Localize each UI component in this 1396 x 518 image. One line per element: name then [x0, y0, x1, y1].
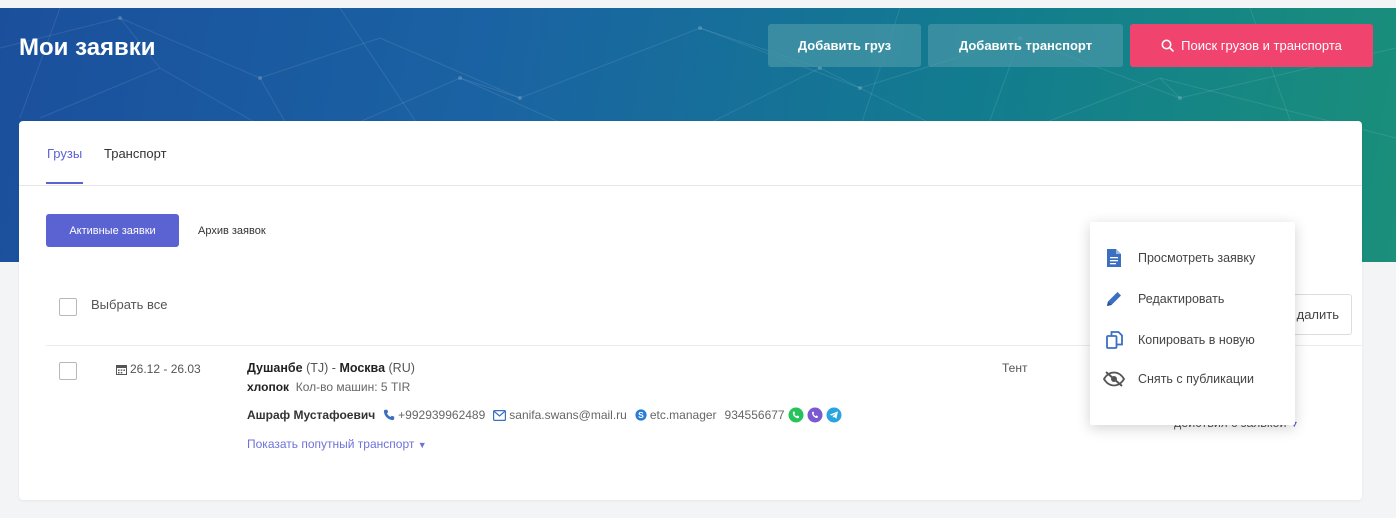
phone-number: +992939962489: [398, 408, 486, 422]
to-country: (RU): [388, 361, 415, 375]
menu-item-edit[interactable]: Редактировать: [1090, 284, 1295, 314]
eye-slash-icon: [1090, 371, 1138, 387]
show-transport-label: Показать попутный транспорт: [247, 437, 415, 451]
search-button-label: Поиск грузов и транспорта: [1181, 38, 1342, 53]
whatsapp-icon[interactable]: [788, 407, 804, 423]
menu-item-label: Снять с публикации: [1138, 372, 1254, 386]
contacts: Ашраф Мустафоевич +992939962489 sanifa.s…: [247, 407, 842, 423]
dates-text: 26.12 - 26.03: [130, 362, 201, 376]
contact-name: Ашраф Мустафоевич: [247, 408, 376, 422]
from-city: Душанбе: [247, 361, 303, 375]
body-type: Тент: [1002, 361, 1028, 375]
messenger-number: 934556677: [724, 408, 785, 422]
to-city: Москва: [339, 361, 386, 375]
active-requests-button[interactable]: Активные заявки: [46, 214, 179, 247]
cargo-name: хлопок: [247, 380, 290, 394]
add-transport-button[interactable]: Добавить транспорт: [928, 24, 1123, 67]
viber-icon[interactable]: [807, 407, 823, 423]
email-contact[interactable]: sanifa.swans@mail.ru: [493, 408, 627, 422]
phone-contact[interactable]: +992939962489: [383, 408, 485, 422]
cargo-details: Кол-во машин: 5 TIR: [295, 380, 411, 394]
add-cargo-button[interactable]: Добавить груз: [768, 24, 921, 67]
menu-item-label: Просмотреть заявку: [1138, 251, 1256, 265]
tab-transport[interactable]: Транспорт: [104, 146, 167, 161]
phone-icon: [383, 409, 395, 421]
menu-item-unpublish[interactable]: Снять с публикации: [1090, 364, 1295, 394]
row-checkbox[interactable]: [59, 362, 77, 380]
tab-cargo[interactable]: Грузы: [45, 146, 84, 184]
cargo-info: хлопок Кол-во машин: 5 TIR: [247, 380, 410, 394]
skype-icon: S: [635, 409, 647, 421]
calendar-icon: [116, 364, 127, 375]
menu-item-view-request[interactable]: Просмотреть заявку: [1090, 243, 1295, 273]
menu-item-label: Копировать в новую: [1138, 333, 1255, 347]
page-title: Мои заявки: [19, 34, 156, 61]
email-address: sanifa.swans@mail.ru: [509, 408, 627, 422]
tabs-bar: Грузы Транспорт: [19, 121, 1362, 186]
from-country: (TJ): [306, 361, 329, 375]
menu-item-copy-to-new[interactable]: Копировать в новую: [1090, 325, 1295, 355]
copy-icon: [1090, 331, 1138, 349]
skype-login: etc.manager: [649, 408, 717, 422]
skype-contact[interactable]: S etc.manager: [635, 408, 717, 422]
show-passing-transport-link[interactable]: Показать попутный транспорт ▼: [247, 437, 427, 451]
search-icon: [1161, 39, 1174, 52]
select-all-checkbox[interactable]: [59, 298, 77, 316]
select-all-label: Выбрать все: [91, 297, 168, 312]
request-dates: 26.12 - 26.03: [116, 362, 201, 376]
telegram-icon[interactable]: [826, 407, 842, 423]
envelope-icon: [493, 409, 507, 421]
actions-dropdown-menu: Просмотреть заявку Редактировать Копиров…: [1090, 222, 1295, 425]
caret-down-icon: ▼: [417, 440, 427, 450]
route-separator: -: [331, 361, 336, 375]
pencil-icon: [1090, 290, 1138, 308]
search-cargo-transport-button[interactable]: Поиск грузов и транспорта: [1130, 24, 1373, 67]
route: Душанбе (TJ) - Москва (RU): [247, 361, 415, 375]
document-icon: [1090, 249, 1138, 267]
menu-item-label: Редактировать: [1138, 292, 1225, 306]
svg-text:S: S: [638, 410, 644, 420]
archive-requests-link[interactable]: Архив заявок: [198, 225, 266, 237]
